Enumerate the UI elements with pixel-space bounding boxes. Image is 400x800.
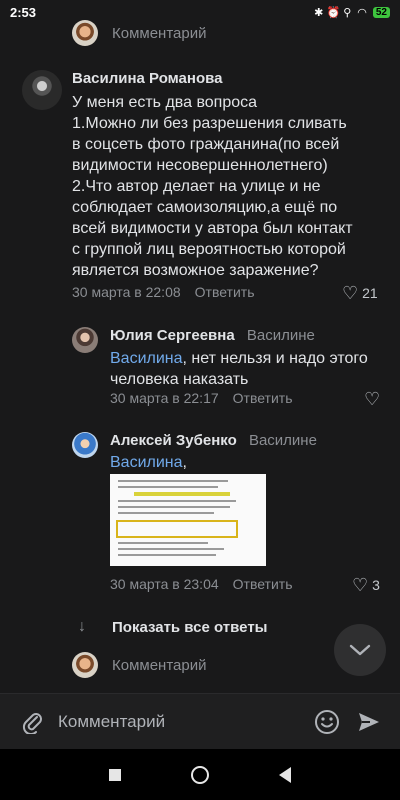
reply-text-rest: , нет нельзя и надо этого bbox=[182, 350, 368, 367]
image-text-line bbox=[118, 548, 224, 550]
send-icon bbox=[359, 712, 379, 731]
image-text-line bbox=[118, 486, 218, 488]
system-navigation-bar bbox=[0, 749, 400, 800]
reply-header: Алексей Зубенко Василине bbox=[110, 432, 317, 449]
send-button[interactable] bbox=[356, 709, 382, 735]
reply-header: Юлия Сергеевна Василине bbox=[110, 327, 315, 344]
status-time: 2:53 bbox=[10, 4, 37, 20]
back-button[interactable] bbox=[279, 766, 291, 783]
bottom-comment-row[interactable]: Комментарий bbox=[72, 652, 206, 678]
reply-text: Василина, bbox=[110, 452, 187, 473]
image-highlight bbox=[134, 492, 230, 496]
attach-button[interactable] bbox=[20, 710, 44, 734]
reply-addressee[interactable]: Василине bbox=[249, 432, 317, 449]
avatar[interactable] bbox=[72, 327, 98, 353]
like-count: 3 bbox=[372, 577, 380, 593]
emoji-button[interactable] bbox=[314, 709, 340, 735]
comment-text-line: У меня есть два вопроса bbox=[72, 94, 258, 111]
comment-input[interactable] bbox=[58, 711, 278, 732]
wifi-icon: ◠ bbox=[357, 6, 367, 19]
comment-text-line: является возможное заражение? bbox=[72, 262, 319, 279]
comment-text-line: с группой лиц вероятностью которой bbox=[72, 241, 346, 258]
show-all-replies-button[interactable]: ↓ Показать все ответы bbox=[78, 618, 267, 636]
comment-text-line: всей видимости у автора был контакт bbox=[72, 220, 353, 237]
top-comment-placeholder[interactable]: Комментарий bbox=[112, 25, 206, 42]
reply-date: 30 марта в 22:17 bbox=[110, 390, 219, 406]
image-text-line bbox=[118, 512, 214, 514]
comment-composer bbox=[0, 693, 400, 749]
reply-meta: 30 марта в 22:17 Ответить bbox=[110, 390, 293, 406]
comment-text-line: в соцсеть фото гражданина(по всей bbox=[72, 136, 340, 153]
paperclip-icon bbox=[22, 712, 42, 734]
mention-link[interactable]: Василина bbox=[110, 454, 183, 471]
show-all-replies-label: Показать все ответы bbox=[112, 618, 268, 636]
reply-meta: 30 марта в 23:04 Ответить bbox=[110, 576, 293, 592]
image-text-line bbox=[118, 500, 236, 502]
image-text-line bbox=[118, 480, 228, 482]
comment-text-line: соблюдает самоизоляцию,а ещё по bbox=[72, 199, 338, 216]
reply-text: Василина, нет нельзя и надо этого челове… bbox=[110, 348, 390, 390]
status-icons: ✱ ⏰ ⚲ ◠ 52 bbox=[314, 6, 390, 19]
comment-meta: 30 марта в 22:08 Ответить bbox=[72, 284, 255, 300]
avatar bbox=[72, 20, 98, 46]
image-text-line bbox=[118, 506, 230, 508]
reply-date: 30 марта в 23:04 bbox=[110, 576, 219, 592]
comment-text-line: видимости несовершеннолетнего) bbox=[72, 157, 328, 174]
heart-icon: ♡ bbox=[352, 575, 369, 595]
reply-text-line: человека наказать bbox=[110, 371, 249, 388]
avatar[interactable] bbox=[72, 432, 98, 458]
heart-icon: ♡ bbox=[342, 283, 359, 303]
like-button[interactable]: ♡ 3 bbox=[352, 576, 380, 594]
avatar bbox=[72, 652, 98, 678]
reply-text-rest: , bbox=[182, 454, 187, 471]
reply-author[interactable]: Юлия Сергеевна bbox=[110, 327, 235, 344]
reply-author[interactable]: Алексей Зубенко bbox=[110, 432, 237, 449]
attached-image[interactable] bbox=[110, 474, 266, 566]
comment-text: У меня есть два вопроса 1.Можно ли без р… bbox=[72, 92, 394, 281]
top-comment-row[interactable]: Комментарий bbox=[72, 20, 206, 46]
heart-icon: ♡ bbox=[364, 389, 381, 409]
image-text-line bbox=[118, 554, 216, 556]
reply-addressee[interactable]: Василине bbox=[247, 327, 315, 344]
home-button[interactable] bbox=[191, 765, 209, 784]
like-count: 21 bbox=[362, 285, 378, 301]
chevron-down-icon bbox=[349, 644, 371, 656]
image-outline bbox=[116, 520, 238, 538]
like-button[interactable]: ♡ 21 bbox=[342, 284, 378, 302]
arrow-down-icon: ↓ bbox=[78, 618, 86, 635]
battery-icon: 52 bbox=[372, 6, 390, 18]
scroll-down-button[interactable] bbox=[334, 624, 386, 676]
emoji-icon bbox=[315, 709, 339, 734]
image-text-line bbox=[118, 542, 208, 544]
avatar[interactable] bbox=[22, 70, 62, 110]
comment-date: 30 марта в 22:08 bbox=[72, 284, 181, 300]
reply-button[interactable]: Ответить bbox=[233, 576, 293, 592]
bottom-comment-placeholder[interactable]: Комментарий bbox=[112, 657, 206, 674]
recents-button[interactable] bbox=[109, 768, 121, 781]
mention-link[interactable]: Василина bbox=[110, 350, 183, 367]
reply-button[interactable]: Ответить bbox=[233, 390, 293, 406]
comment-text-line: 2.Что автор делает на улице и не bbox=[72, 178, 321, 195]
status-icons-glyphs: ✱ ⏰ ⚲ bbox=[314, 6, 352, 19]
like-button[interactable]: ♡ bbox=[364, 390, 380, 408]
comment-text-line: 1.Можно ли без разрешения сливать bbox=[72, 115, 347, 132]
reply-button[interactable]: Ответить bbox=[195, 284, 255, 300]
comment-author[interactable]: Василина Романова bbox=[72, 70, 222, 87]
